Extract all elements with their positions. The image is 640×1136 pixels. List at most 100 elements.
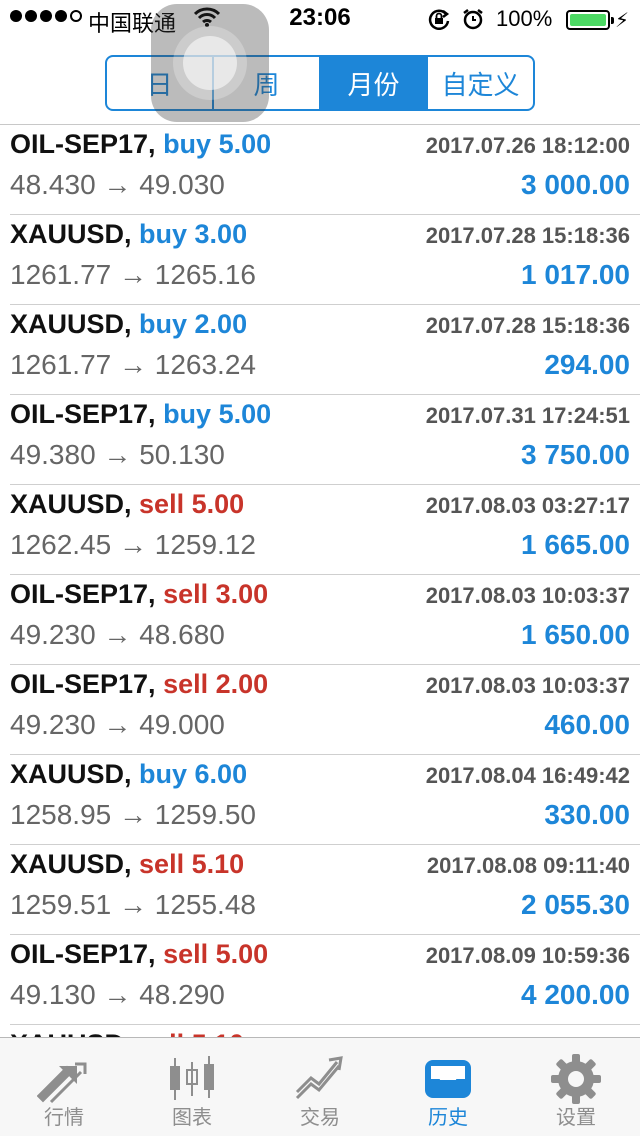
deal-profit: 460.00: [544, 709, 630, 740]
tab-trade[interactable]: 交易: [256, 1038, 384, 1136]
deal-row[interactable]: OIL-SEP17, sell 3.00 2017.08.03 10:03:37 4…: [10, 575, 640, 665]
gear-icon: [551, 1054, 601, 1104]
deal-prices: 1259.51 → 1255.48: [10, 889, 256, 920]
battery-icon: [566, 10, 614, 30]
deal-profit: 330.00: [544, 799, 630, 830]
period-tab-custom[interactable]: 自定义: [428, 57, 533, 109]
assistive-touch-button[interactable]: [151, 4, 269, 122]
deal-title: XAUUSD, sell 5.10: [10, 1029, 244, 1037]
deal-title: XAUUSD, buy 2.00: [10, 309, 247, 340]
deal-title: XAUUSD, buy 3.00: [10, 219, 247, 250]
period-tab-label: 月份: [347, 70, 400, 101]
tab-history[interactable]: 历史: [384, 1038, 512, 1136]
deal-time: 2017.08.03 10:03:37: [425, 673, 630, 698]
deal-symbol: OIL-SEP17,: [10, 399, 156, 429]
deal-side-volume: buy 5.00: [163, 129, 272, 159]
deal-title: OIL-SEP17, sell 2.00: [10, 669, 268, 700]
deal-row[interactable]: XAUUSD, buy 6.00 2017.08.04 16:49:42 1258.…: [10, 755, 640, 845]
deal-time: 2017.08.04 16:49:42: [425, 763, 630, 788]
deal-title: OIL-SEP17, buy 5.00: [10, 129, 271, 160]
deal-symbol: OIL-SEP17,: [10, 579, 156, 609]
deal-row[interactable]: OIL-SEP17, buy 5.00 2017.07.26 18:12:00 48…: [10, 125, 640, 215]
tab-label: 历史: [428, 1105, 468, 1129]
deal-prices: 1261.77 → 1265.16: [10, 259, 256, 290]
deal-title: OIL-SEP17, sell 5.00: [10, 939, 268, 970]
deal-side-volume: buy 2.00: [139, 309, 248, 339]
tab-label: 行情: [44, 1105, 84, 1129]
period-tab-label: 自定义: [441, 70, 520, 101]
deal-symbol: XAUUSD,: [10, 309, 132, 339]
deal-symbol: OIL-SEP17,: [10, 669, 156, 699]
period-tab-month[interactable]: 月份: [321, 57, 428, 109]
deal-row[interactable]: XAUUSD, sell 5.10 2017.08.08 09:11:40 1259…: [10, 845, 640, 935]
deal-title: XAUUSD, sell 5.00: [10, 489, 244, 520]
deal-symbol: XAUUSD,: [10, 1029, 132, 1037]
deal-time: 2017.07.28 15:18:36: [425, 313, 630, 338]
bottom-tab-bar: 行情 图表 交易 历史 设置: [0, 1037, 640, 1136]
deal-title: XAUUSD, sell 5.10: [10, 849, 244, 880]
deal-profit: 4 200.00: [521, 979, 630, 1010]
deal-title: OIL-SEP17, buy 5.00: [10, 399, 271, 430]
tab-label: 图表: [172, 1105, 212, 1129]
deal-time: 2017.07.26 18:12:00: [425, 133, 630, 158]
trade-trend-icon: [295, 1056, 343, 1100]
battery-percentage: 100%: [496, 6, 553, 31]
rotation-lock-icon: [428, 9, 450, 30]
tab-quotes[interactable]: 行情: [0, 1038, 128, 1136]
deal-side-volume: buy 5.00: [163, 399, 272, 429]
deal-symbol: XAUUSD,: [10, 219, 132, 249]
deal-row[interactable]: XAUUSD, sell 5.00 2017.08.03 03:27:17 1262…: [10, 485, 640, 575]
deal-symbol: XAUUSD,: [10, 849, 132, 879]
deal-row[interactable]: OIL-SEP17, sell 5.00 2017.08.09 10:59:36 4…: [10, 935, 640, 1025]
deal-side-volume: sell 5.00: [163, 939, 269, 969]
deal-row[interactable]: OIL-SEP17, sell 2.00 2017.08.03 10:03:37 4…: [10, 665, 640, 755]
deal-time: 2017.07.31 17:24:51: [425, 403, 630, 428]
deal-row[interactable]: OIL-SEP17, buy 5.00 2017.07.31 17:24:51 49…: [10, 395, 640, 485]
deal-history-list[interactable]: OIL-SEP17, buy 5.00 2017.07.26 18:12:00 48…: [0, 125, 640, 1037]
deal-symbol: OIL-SEP17,: [10, 939, 156, 969]
tab-label: 交易: [300, 1105, 340, 1129]
deal-side-volume: sell 3.00: [163, 579, 269, 609]
deal-time: 2017.08.03 10:03:37: [425, 583, 630, 608]
deal-row[interactable]: XAUUSD, buy 3.00 2017.07.28 15:18:36 1261.…: [10, 215, 640, 305]
deal-profit: 2 055.30: [521, 889, 630, 920]
deal-profit: 1 650.00: [521, 619, 630, 650]
tab-label: 设置: [556, 1105, 596, 1129]
deal-profit: 3 750.00: [521, 439, 630, 470]
deal-side-volume: sell 2.00: [163, 669, 269, 699]
deal-row[interactable]: XAUUSD, sell 5.102017.08.10 15:34:40: [10, 1025, 640, 1037]
deal-title: OIL-SEP17, sell 3.00: [10, 579, 268, 610]
deal-time: 2017.08.03 03:27:17: [425, 493, 630, 518]
deal-profit: 1 665.00: [521, 529, 630, 560]
deal-side-volume: buy 3.00: [139, 219, 248, 249]
deal-symbol: OIL-SEP17,: [10, 129, 156, 159]
deal-prices: 1261.77 → 1263.24: [10, 349, 256, 380]
deal-side-volume: sell 5.10: [139, 1029, 244, 1037]
deal-prices: 49.230 → 48.680: [10, 619, 225, 650]
alarm-icon: [463, 9, 483, 30]
deal-row[interactable]: XAUUSD, buy 2.00 2017.07.28 15:18:36 1261.…: [10, 305, 640, 395]
deal-profit: 294.00: [544, 349, 630, 380]
tab-settings[interactable]: 设置: [512, 1038, 640, 1136]
quotes-arrows-icon: [37, 1062, 87, 1104]
deal-prices: 49.230 → 49.000: [10, 709, 225, 740]
deal-time: 2017.08.09 10:59:36: [425, 943, 630, 968]
deal-profit: 3 000.00: [521, 169, 630, 200]
deal-prices: 48.430 → 49.030: [10, 169, 225, 200]
tab-chart[interactable]: 图表: [128, 1038, 256, 1136]
deal-time: 2017.07.28 15:18:36: [425, 223, 630, 248]
deal-prices: 1258.95 → 1259.50: [10, 799, 256, 830]
deal-prices: 49.130 → 48.290: [10, 979, 225, 1010]
deal-side-volume: sell 5.00: [139, 489, 245, 519]
deal-side-volume: buy 6.00: [139, 759, 248, 789]
charging-bolt-icon: ⚡: [615, 10, 630, 32]
deal-symbol: XAUUSD,: [10, 759, 132, 789]
deal-profit: 1 017.00: [521, 259, 630, 290]
deal-symbol: XAUUSD,: [10, 489, 132, 519]
status-bar: 中国联通 23:06 100% ⚡: [0, 0, 640, 40]
history-inbox-icon: [425, 1060, 471, 1098]
candlestick-chart-icon: [170, 1056, 214, 1100]
deal-prices: 49.380 → 50.130: [10, 439, 225, 470]
deal-side-volume: sell 5.10: [139, 849, 245, 879]
deal-time: 2017.08.08 09:11:40: [426, 853, 630, 878]
